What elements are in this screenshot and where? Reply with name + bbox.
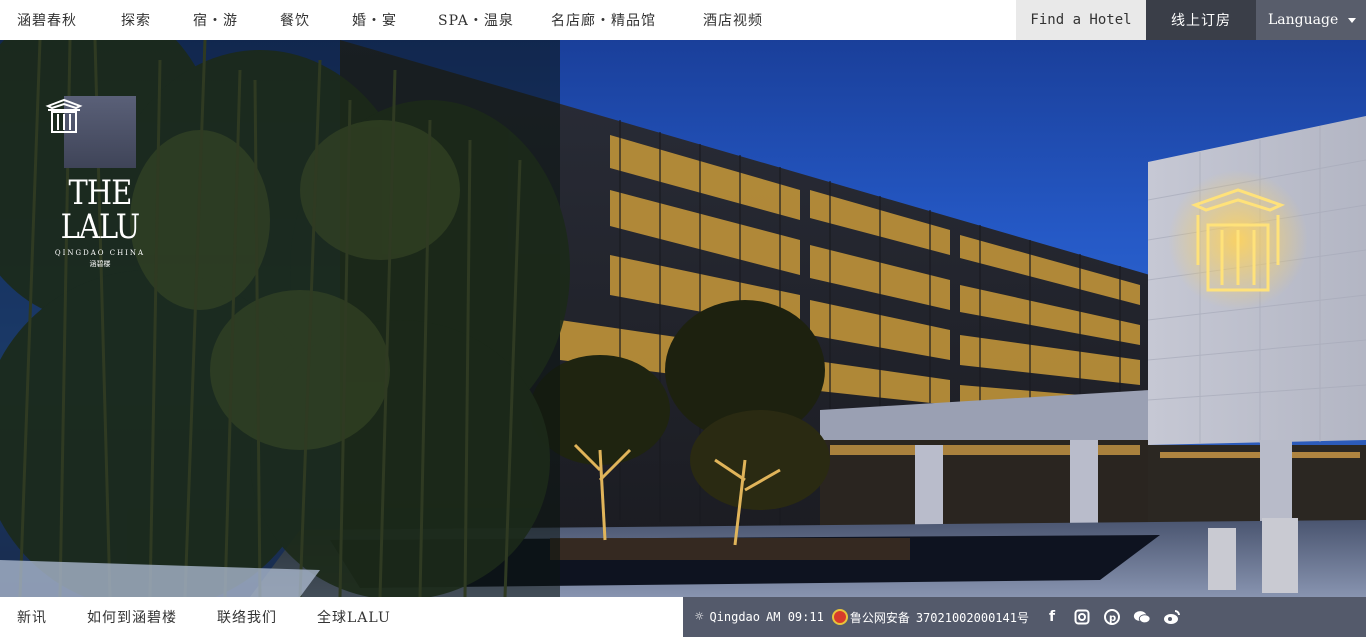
facebook-icon[interactable]: f: [1043, 608, 1061, 626]
weather-city: Qingdao: [709, 610, 761, 624]
nav-item-explore[interactable]: 探索: [121, 10, 193, 30]
book-online-button[interactable]: 线上订房: [1146, 0, 1256, 40]
footer-link-news[interactable]: 新讯: [17, 607, 47, 627]
language-label: Language: [1268, 12, 1339, 28]
main-menu: 涵碧春秋 探索 宿・游 餐饮 婚・宴 SPA・温泉 名店廊・精品馆 酒店视频: [0, 0, 1016, 40]
logo-subtitle: QINGDAO CHINA: [54, 249, 146, 257]
language-dropdown[interactable]: Language: [1256, 0, 1366, 40]
license-label: 鲁公网安备: [849, 610, 910, 625]
logo-name: THE LALU: [60, 173, 140, 247]
pinterest-icon[interactable]: p: [1103, 608, 1121, 626]
find-hotel-button[interactable]: Find a Hotel: [1016, 0, 1146, 40]
local-time: AM 09:11: [766, 610, 824, 624]
hero-image: THE LALU QINGDAO CHINA 涵碧楼: [0, 40, 1366, 597]
hotel-logo[interactable]: THE LALU QINGDAO CHINA 涵碧楼: [44, 96, 156, 269]
weibo-icon[interactable]: [1163, 608, 1181, 626]
footer-link-global[interactable]: 全球LALU: [317, 607, 391, 627]
footer-links: 新讯 如何到涵碧楼 联络我们 全球LALU: [0, 597, 683, 637]
hotel-night-scene: [0, 40, 1366, 597]
svg-text:p: p: [1109, 613, 1116, 624]
nav-item-boutique[interactable]: 名店廊・精品馆: [551, 10, 703, 30]
footer: 新讯 如何到涵碧楼 联络我们 全球LALU ☼ Qingdao AM 09:11…: [0, 597, 1366, 637]
nav-item-stay[interactable]: 宿・游: [193, 10, 280, 30]
nav-item-dining[interactable]: 餐饮: [280, 10, 352, 30]
nav-item-wedding[interactable]: 婚・宴: [352, 10, 438, 30]
footer-link-contact[interactable]: 联络我们: [217, 607, 277, 627]
social-links: f p: [1043, 608, 1181, 626]
license-number[interactable]: 37021002000141号: [916, 609, 1029, 626]
chevron-down-icon: [1348, 17, 1356, 23]
police-badge-icon: [831, 609, 848, 625]
wechat-icon[interactable]: [1133, 608, 1151, 626]
top-navigation: 涵碧春秋 探索 宿・游 餐饮 婚・宴 SPA・温泉 名店廊・精品馆 酒店视频 F…: [0, 0, 1366, 40]
footer-link-directions[interactable]: 如何到涵碧楼: [87, 607, 177, 627]
pavilion-icon: [45, 96, 136, 168]
logo-chinese-name: 涵碧楼: [89, 260, 111, 268]
nav-item-history[interactable]: 涵碧春秋: [17, 10, 121, 30]
sun-icon: ☼: [695, 609, 704, 625]
nav-item-video[interactable]: 酒店视频: [703, 10, 783, 30]
instagram-icon[interactable]: [1073, 608, 1091, 626]
nav-item-spa[interactable]: SPA・温泉: [438, 10, 551, 30]
footer-info-bar: ☼ Qingdao AM 09:11 鲁公网安备 37021002000141号…: [683, 597, 1366, 637]
